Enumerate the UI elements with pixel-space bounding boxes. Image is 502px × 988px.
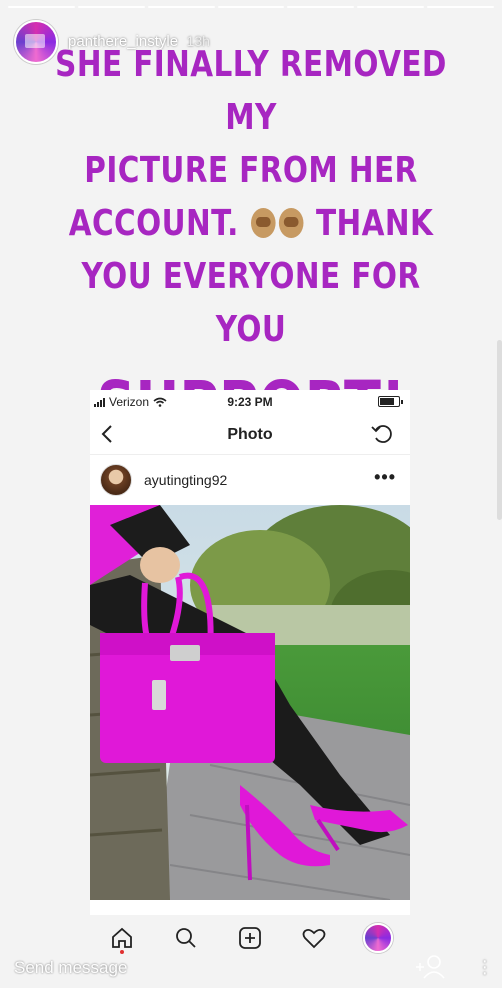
status-bar: Verizon 9:23 PM	[90, 390, 410, 414]
progress-segment	[77, 6, 145, 8]
progress-segment	[217, 6, 285, 8]
reply-bar: Send message · · ·	[0, 950, 502, 988]
handbag-photo	[90, 505, 410, 900]
post-header: ayutingting92 •••	[90, 455, 410, 505]
refresh-icon[interactable]	[370, 422, 396, 446]
page-title: Photo	[227, 426, 273, 443]
search-icon	[176, 927, 196, 948]
heart-icon	[302, 928, 326, 948]
more-options-icon[interactable]: •••	[374, 467, 396, 488]
scroll-indicator	[497, 340, 502, 520]
story-progress-bar	[8, 6, 495, 8]
status-time: 9:23 PM	[227, 395, 273, 409]
story-header[interactable]: panthere_instyle 13h	[14, 20, 210, 64]
caption-line: YOU EVERYONE FOR YOU	[81, 256, 421, 350]
post-username[interactable]: ayutingting92	[144, 472, 227, 488]
post-photo[interactable]	[90, 505, 410, 900]
plus-square-icon	[239, 926, 261, 949]
battery-icon	[378, 396, 403, 407]
more-vertical-icon[interactable]: · · ·	[481, 951, 488, 983]
caption-line: ACCOUNT. THANK	[45, 197, 457, 250]
home-icon	[112, 927, 132, 948]
caption-segment: ACCOUNT.	[68, 203, 239, 244]
see-no-evil-monkey-icon	[251, 208, 276, 238]
add-person-icon[interactable]	[412, 952, 448, 982]
story-timestamp: 13h	[186, 33, 210, 49]
photo-navbar: Photo	[90, 414, 410, 455]
story-username[interactable]: panthere_instyle	[68, 33, 178, 50]
progress-segment	[147, 6, 215, 8]
progress-segment	[8, 6, 75, 8]
send-message-input[interactable]: Send message	[14, 958, 127, 978]
embedded-screenshot: Verizon 9:23 PM Photo ayutingting92 •••	[90, 390, 410, 915]
see-no-evil-monkey-icon	[279, 208, 304, 238]
progress-segment	[287, 6, 355, 8]
caption-line: PICTURE FROM HER	[84, 150, 418, 191]
progress-segment	[427, 6, 495, 8]
profile-avatar	[363, 922, 393, 953]
post-avatar[interactable]	[100, 464, 132, 496]
story-avatar[interactable]	[14, 20, 58, 64]
post-footer	[90, 900, 410, 910]
caption-segment: THANK	[315, 203, 434, 244]
story-caption: SHE FINALLY REMOVED MY PICTURE FROM HER …	[45, 38, 457, 446]
progress-segment	[357, 6, 425, 8]
